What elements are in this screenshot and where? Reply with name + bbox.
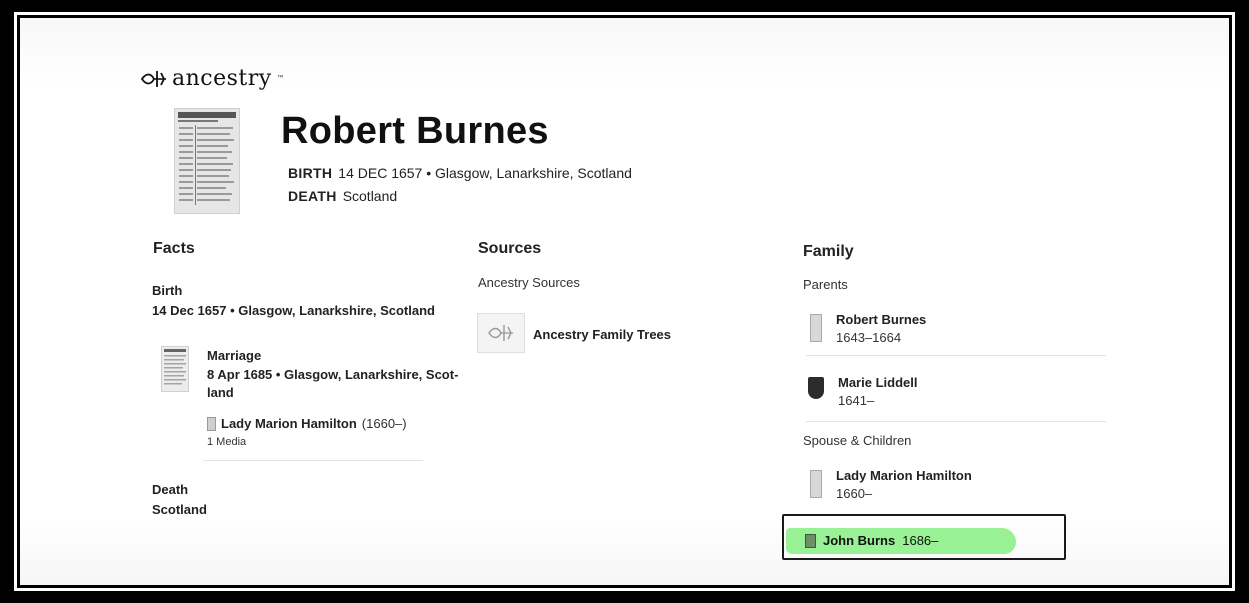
divider [806,355,1106,356]
vital-death-value: Scotland [342,188,398,204]
person-name: Robert Burnes [281,110,549,152]
record-icon [207,416,216,431]
parent-years: 1641– [838,393,875,408]
record-icon [810,470,822,498]
fact-death-value: Scotland [152,502,207,517]
crest-icon [808,377,824,399]
marriage-record-thumbnail[interactable] [161,346,189,392]
child-years: 1686– [902,533,939,548]
parent-name: Robert Burnes [836,312,927,327]
source-item-title[interactable]: Ancestry Family Trees [533,327,671,342]
document-image-icon [164,349,186,385]
spouse-children-label: Spouse & Children [803,433,912,448]
parent-mother[interactable]: Marie Liddell 1641– [808,375,917,408]
logo-wordmark: ancestry [172,66,272,91]
marriage-spouse-years: (1660–) [361,416,407,431]
fact-marriage-label[interactable]: Marriage [207,348,261,363]
record-icon [805,533,816,548]
ancestry-logo[interactable]: ancestry ™ [140,66,285,91]
vital-birth: BIRTH 14 DEC 1657 • Glasgow, Lanarkshire,… [288,165,632,181]
document-image-icon [175,109,239,213]
family-child[interactable]: John Burns 1686– [805,533,938,548]
vital-death: DEATH Scotland [288,188,397,204]
sources-subheading: Ancestry Sources [478,275,580,290]
fact-death-label: Death [152,482,189,497]
profile-page: ancestry ™ Robert Burnes BIRTH 14 DEC 16… [20,18,1229,585]
record-icon [810,314,822,342]
spouse-years: 1660– [836,486,873,501]
media-count[interactable]: 1 Media [207,436,246,448]
facts-heading: Facts [153,240,195,257]
profile-record-thumbnail[interactable] [174,108,240,214]
fact-birth-value: 14 Dec 1657 • Glasgow, Lanarkshire, Scot… [152,303,435,318]
divider [203,460,423,461]
source-item-icon[interactable] [477,313,525,353]
vital-birth-value: 14 DEC 1657 • Glasgow, Lanarkshire, Scot… [338,165,632,181]
parent-name: Marie Liddell [838,375,918,390]
family-spouse[interactable]: Lady Marion Hamilton 1660– [810,468,972,501]
parent-father[interactable]: Robert Burnes 1643–1664 [810,312,926,345]
vital-birth-key: BIRTH [288,165,333,181]
leaf-icon [488,325,513,341]
sources-heading: Sources [478,240,542,257]
child-name: John Burns [823,533,896,548]
spouse-name: Lady Marion Hamilton [836,468,972,483]
fact-birth-label: Birth [152,283,183,298]
marriage-spouse-link[interactable]: Lady Marion Hamilton (1660–) [207,416,407,431]
parent-years: 1643–1664 [836,330,902,345]
vital-death-key: DEATH [288,188,337,204]
divider [806,421,1106,422]
family-heading: Family [803,243,854,260]
logo-trademark: ™ [276,74,285,83]
fact-marriage-value: 8 Apr 1685 • Glasgow, Lanarkshire, Scot-… [207,367,459,400]
marriage-spouse-name: Lady Marion Hamilton [221,416,357,431]
leaf-icon [140,69,168,89]
parents-label: Parents [803,277,848,292]
